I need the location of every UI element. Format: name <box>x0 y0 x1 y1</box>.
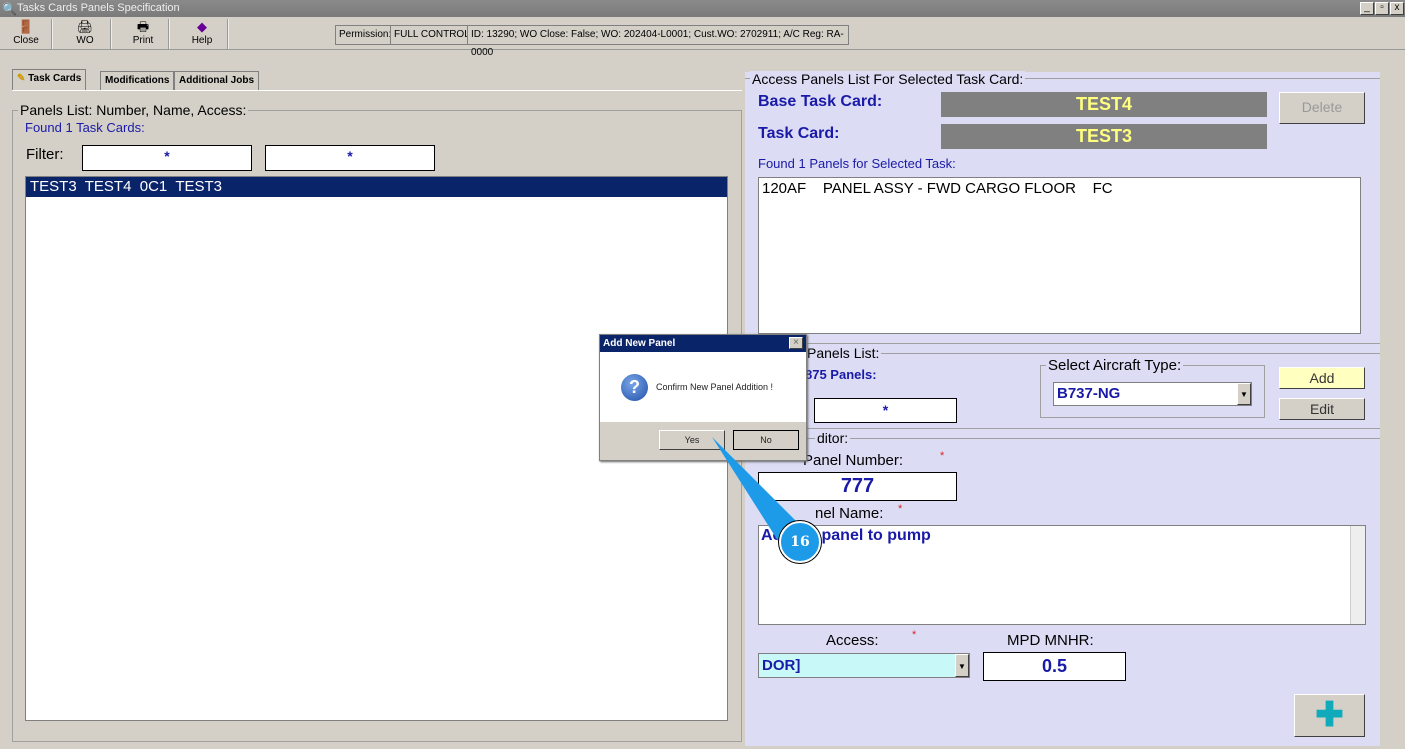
chevron-down-icon[interactable]: ▼ <box>1237 383 1251 405</box>
close-button[interactable]: 🚪 Close <box>1 19 53 49</box>
tab-additional-jobs[interactable]: Additional Jobs <box>174 71 259 90</box>
panels-filter-input[interactable]: * <box>814 398 957 423</box>
list-item[interactable]: 120AF PANEL ASSY - FWD CARGO FLOOR FC <box>759 178 1360 199</box>
access-value: DOR] <box>762 657 801 674</box>
all-panels-title: Panels List: <box>805 345 882 361</box>
mpd-mnhr-label: MPD MNHR: <box>1007 632 1094 649</box>
wo-label: WO <box>76 35 94 46</box>
chevron-down-icon[interactable]: ▼ <box>955 654 969 677</box>
found-panels-label: Found 1 Panels for Selected Task: <box>758 156 956 171</box>
required-marker: * <box>898 503 903 515</box>
notepad-icon: ✎ <box>17 73 26 84</box>
permission-value: FULL CONTROL <box>390 25 474 45</box>
wo-button[interactable]: 🖨 WO <box>60 19 112 49</box>
printer-doc-icon: 🖨 <box>76 19 94 34</box>
aircraft-type-label: Select Aircraft Type: <box>1046 357 1184 374</box>
base-task-card-value: TEST4 <box>941 92 1267 117</box>
aircraft-type-select[interactable]: B737-NG ▼ <box>1053 382 1252 406</box>
help-label: Help <box>191 35 213 46</box>
list-item[interactable]: TEST3 TEST4 0C1 TEST3 <box>26 177 727 197</box>
work-order-info: ID: 13290; WO Close: False; WO: 202404-L… <box>467 25 849 58</box>
filter-label: Filter: <box>26 146 64 163</box>
selected-panels-list[interactable]: 120AF PANEL ASSY - FWD CARGO FLOOR FC <box>758 177 1361 334</box>
app-icon: 🔍 <box>2 2 17 16</box>
aircraft-type-value: B737-NG <box>1057 385 1121 402</box>
task-card-value: TEST3 <box>941 124 1267 149</box>
panels-list-title: Panels List: Number, Name, Access: <box>18 102 249 118</box>
close-window-button[interactable]: x <box>1390 2 1404 15</box>
exit-door-icon: 🚪 <box>17 19 35 34</box>
task-card-label: Task Card: <box>758 125 840 142</box>
mpd-mnhr-input[interactable]: 0.5 <box>983 652 1126 681</box>
delete-button[interactable]: Delete <box>1279 92 1365 124</box>
access-label: Access: <box>826 632 879 649</box>
found-task-cards: Found 1 Task Cards: <box>25 120 145 135</box>
dialog-close-button[interactable]: × <box>789 337 803 349</box>
print-label: Print <box>132 35 154 46</box>
add-button[interactable]: Add <box>1279 367 1365 389</box>
close-label: Close <box>13 35 39 46</box>
title-bar: 🔍 Tasks Cards Panels Specification <box>0 0 1405 17</box>
add-panel-button[interactable]: ✚ <box>1294 694 1365 737</box>
panel-name-value: Access panel to pump <box>761 527 931 544</box>
window-title: Tasks Cards Panels Specification <box>17 2 180 14</box>
restore-button[interactable]: ▫ <box>1375 2 1389 15</box>
dialog-title: Add New Panel <box>600 335 806 352</box>
tab-task-cards[interactable]: ✎ Task Cards <box>12 69 87 90</box>
plus-icon: ✚ <box>1315 696 1344 734</box>
permission-label: Permission: <box>335 25 396 45</box>
help-button[interactable]: ◆ Help <box>177 19 229 49</box>
access-select[interactable]: DOR] ▼ <box>758 653 970 678</box>
dialog-body: ? Confirm New Panel Addition ! <box>600 352 806 422</box>
question-icon: ? <box>621 374 648 401</box>
minimize-button[interactable]: _ <box>1360 2 1374 15</box>
edit-button[interactable]: Edit <box>1279 398 1365 420</box>
required-marker: * <box>912 629 917 641</box>
print-button[interactable]: 🖶 Print <box>118 19 170 49</box>
access-panels-title: Access Panels List For Selected Task Car… <box>750 71 1026 87</box>
scrollbar[interactable] <box>1350 526 1365 624</box>
step-badge: 16 <box>779 521 821 563</box>
found-all-panels: 875 Panels: <box>805 367 877 382</box>
base-task-card-label: Base Task Card: <box>758 93 883 110</box>
dialog-message: Confirm New Panel Addition ! <box>656 382 774 392</box>
filter-name-input[interactable]: * <box>265 145 435 171</box>
tab-modifications[interactable]: Modifications <box>100 71 175 90</box>
tab-label: Task Cards <box>28 73 82 84</box>
panel-name-textarea[interactable]: Access panel to pump <box>758 525 1366 625</box>
help-book-icon: ◆ <box>197 19 207 34</box>
filter-number-input[interactable]: * <box>82 145 252 171</box>
printer-icon: 🖶 <box>136 19 150 34</box>
required-marker: * <box>940 450 945 462</box>
